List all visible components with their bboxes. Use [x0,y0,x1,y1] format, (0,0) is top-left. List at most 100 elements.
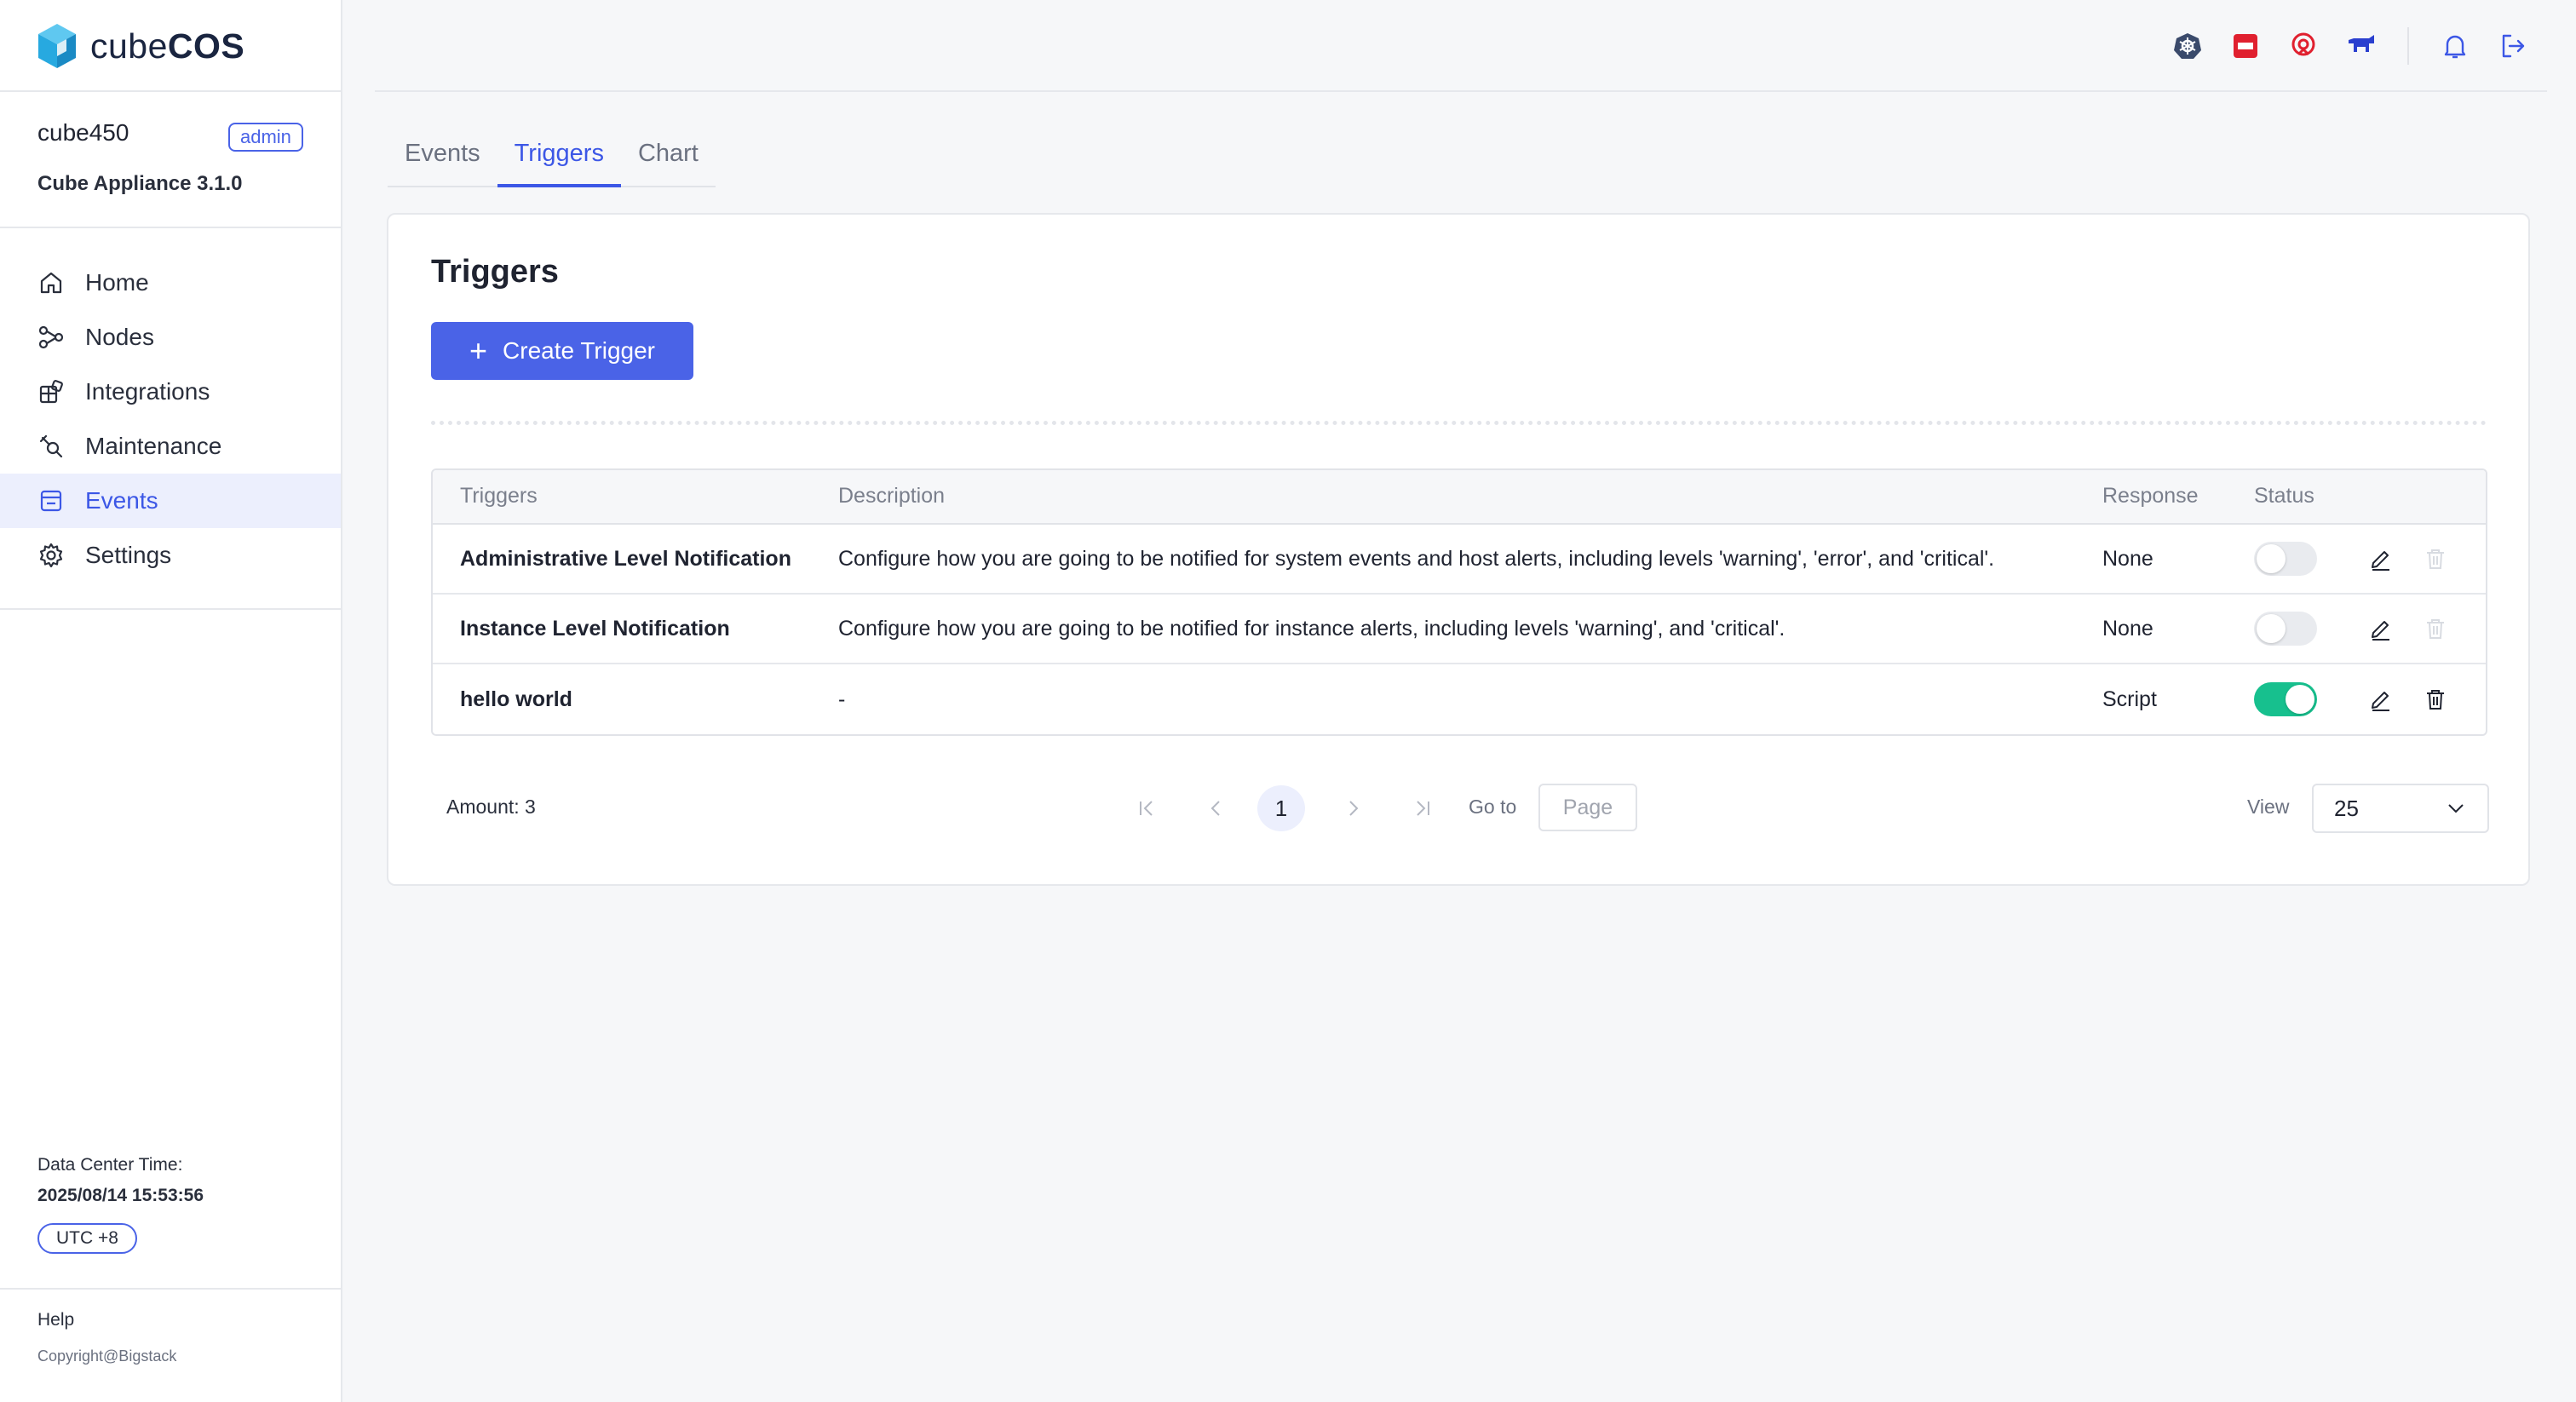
edit-button[interactable] [2368,525,2394,593]
triggers-table: Triggers Description Response Status Adm… [431,468,2487,736]
page-number-current[interactable]: 1 [1257,785,1305,831]
page-input[interactable] [1538,784,1637,831]
logout-button[interactable] [2498,31,2528,61]
datacenter-time: 2025/08/14 15:53:56 [37,1186,204,1205]
toggle-knob [2286,685,2314,714]
trash-icon [2427,619,2444,639]
prev-page-button[interactable] [1199,785,1233,831]
divider [0,227,341,228]
column-header-response: Response [2102,484,2199,508]
trigger-description: - [838,687,846,711]
kubernetes-icon [2174,33,2201,59]
sidebar-item-label: Events [85,487,158,514]
view-label: View [2247,796,2290,818]
trigger-response: None [2102,546,2153,571]
cube-logo-icon [38,24,76,68]
chevron-right-icon [1349,801,1359,816]
table-row: hello world - Script [433,664,2486,734]
divider [0,608,341,610]
last-page-button[interactable] [1406,785,1440,831]
trash-icon [2427,690,2444,710]
page-size-value: 25 [2334,795,2359,821]
trash-icon [2427,549,2444,569]
bell-icon [2444,35,2466,59]
gear-icon [39,543,63,568]
amount-label: Amount: 3 [446,796,536,818]
ceph-button[interactable] [2288,31,2319,61]
delete-button[interactable] [2423,664,2448,734]
brand-name: cubeCOS [90,26,245,66]
tab-chart[interactable]: Chart [621,128,716,187]
integrations-icon [39,380,63,404]
datacenter-time-label: Data Center Time: [37,1155,183,1175]
status-toggle[interactable] [2254,682,2317,716]
copyright: Copyright@Bigstack [37,1347,177,1365]
sidebar-item-label: Settings [85,542,172,568]
appliance-version: Cube Appliance 3.1.0 [37,172,243,195]
status-cell [2254,664,2317,734]
tab-triggers[interactable]: Triggers [497,128,621,187]
trigger-description: Configure how you are going to be notifi… [838,546,1995,571]
toggle-knob [2257,614,2286,643]
sidebar-item-label: Nodes [85,324,154,350]
status-toggle[interactable] [2254,612,2317,646]
sidebar-item-nodes[interactable]: Nodes [0,310,341,365]
logout-icon [2502,34,2525,58]
divider [0,90,341,92]
sidebar-item-events[interactable]: Events [0,474,341,528]
first-page-button[interactable] [1130,785,1164,831]
plus-icon: + [469,333,488,368]
maintenance-icon [39,434,63,458]
delete-button[interactable] [2423,525,2448,593]
toggle-knob [2257,544,2286,573]
notifications-button[interactable] [2440,31,2470,61]
openstack-icon [2234,34,2257,58]
nodes-icon [38,325,64,349]
tab-events[interactable]: Events [388,128,497,187]
rancher-button[interactable] [2346,31,2377,61]
sidebar-item-integrations[interactable]: Integrations [0,365,341,419]
openstack-button[interactable] [2230,31,2261,61]
table-row: Administrative Level Notification Config… [433,525,2486,595]
timezone-badge: UTC +8 [37,1223,137,1254]
home-icon [40,272,62,294]
chevron-down-icon [2448,804,2464,813]
sidebar-item-maintenance[interactable]: Maintenance [0,419,341,474]
topbar-divider [2407,27,2409,65]
create-trigger-label: Create Trigger [503,337,655,364]
edit-button[interactable] [2368,595,2394,663]
status-cell [2254,595,2317,663]
delete-button[interactable] [2423,595,2448,663]
edit-icon [2372,551,2389,571]
ceph-icon [2291,32,2315,56]
dotted-divider [431,421,2487,425]
triggers-card: Triggers + Create Trigger Triggers Descr… [387,213,2530,886]
divider [0,1288,341,1290]
create-trigger-button[interactable]: + Create Trigger [431,322,693,380]
sidebar: cubeCOS cube450 admin Cube Appliance 3.1… [0,0,342,1402]
kubernetes-button[interactable] [2172,31,2203,61]
next-page-button[interactable] [1336,785,1370,831]
sidebar-item-label: Maintenance [85,433,222,459]
trigger-name: Instance Level Notification [460,616,730,641]
column-header-triggers: Triggers [460,484,538,508]
status-toggle[interactable] [2254,542,2317,576]
rancher-icon [2349,35,2374,52]
help-link[interactable]: Help [37,1310,74,1330]
trigger-response: Script [2102,687,2157,711]
topbar-divider-line [375,90,2547,92]
sidebar-item-label: Home [85,269,149,296]
page-title: Triggers [431,254,559,290]
sidebar-item-home[interactable]: Home [0,256,341,310]
table-header: Triggers Description Response Status [433,470,2486,525]
edit-icon [2372,621,2389,641]
events-icon [40,490,62,512]
sidebar-nav: Home Nodes Integrations Maintenance Even… [0,256,341,583]
column-header-status: Status [2254,484,2314,508]
status-cell [2254,525,2317,593]
page-size-select[interactable]: 25 [2312,784,2489,833]
brand-logo[interactable]: cubeCOS [36,20,244,72]
first-page-icon [1140,801,1153,816]
edit-button[interactable] [2368,664,2394,734]
sidebar-item-settings[interactable]: Settings [0,528,341,583]
